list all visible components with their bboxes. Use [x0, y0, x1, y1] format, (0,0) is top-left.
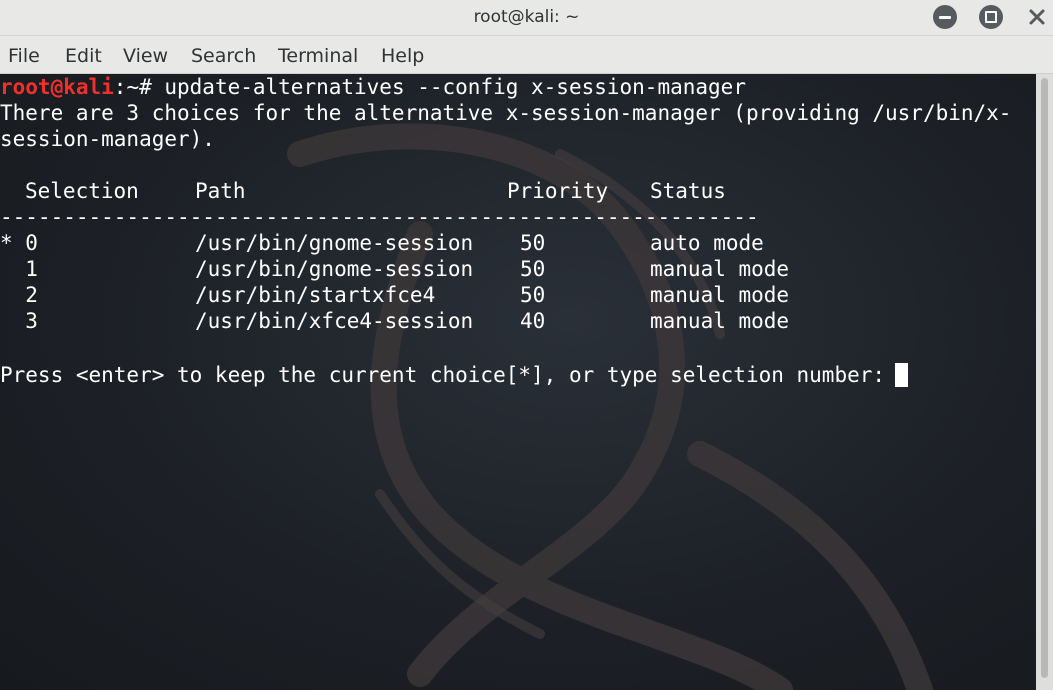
header-selection: Selection — [25, 179, 139, 203]
prompt-path: :~# — [113, 75, 165, 99]
table-header: Selection Path Priority Status — [0, 178, 1000, 204]
info-line-2: session-manager). — [0, 127, 215, 151]
row-status: auto mode — [650, 231, 764, 255]
terminal-window: root@kali: ~ File Edit View Search Termi… — [0, 0, 1053, 690]
minimize-icon[interactable] — [933, 5, 957, 29]
menu-edit[interactable]: Edit — [65, 36, 102, 74]
vertical-scrollbar[interactable] — [1036, 74, 1053, 690]
header-status: Status — [650, 179, 726, 203]
prompt-user-host: root@kali — [0, 75, 114, 99]
maximize-icon[interactable] — [979, 5, 1003, 29]
header-priority: Priority — [507, 179, 609, 203]
row-priority: 50 — [520, 283, 546, 307]
info-line-1: There are 3 choices for the alternative … — [0, 101, 1012, 125]
table-row: 3 /usr/bin/xfce4-session 40 manual mode — [0, 308, 1000, 334]
command-line: root@kali:~# update-alternatives --confi… — [0, 74, 746, 100]
header-path: Path — [195, 179, 246, 203]
input-prompt-text: Press <enter> to keep the current choice… — [0, 363, 886, 387]
row-status: manual mode — [650, 257, 790, 281]
close-icon[interactable] — [1025, 5, 1049, 29]
row-selection: 3 — [0, 309, 38, 333]
row-path: /usr/bin/gnome-session — [195, 257, 474, 281]
menu-search[interactable]: Search — [191, 36, 256, 74]
menu-terminal[interactable]: Terminal — [278, 36, 358, 74]
row-path: /usr/bin/gnome-session — [195, 231, 474, 255]
menu-help[interactable]: Help — [381, 36, 424, 74]
table-row: * 0 /usr/bin/gnome-session 50 auto mode — [0, 230, 1000, 256]
row-priority: 50 — [520, 257, 546, 281]
table-separator: ----------------------------------------… — [0, 205, 759, 229]
row-selection: 2 — [0, 283, 38, 307]
command-text: update-alternatives --config x-session-m… — [164, 75, 746, 99]
menu-file[interactable]: File — [8, 36, 40, 74]
row-status: manual mode — [650, 309, 790, 333]
title-bar[interactable]: root@kali: ~ — [0, 0, 1053, 36]
table-row: 1 /usr/bin/gnome-session 50 manual mode — [0, 256, 1000, 282]
row-selection: * 0 — [0, 231, 38, 255]
table-row: 2 /usr/bin/startxfce4 50 manual mode — [0, 282, 1000, 308]
row-status: manual mode — [650, 283, 790, 307]
scrollbar-thumb[interactable] — [1041, 78, 1048, 678]
terminal-output[interactable]: root@kali:~# update-alternatives --confi… — [0, 74, 1036, 690]
text-cursor — [895, 363, 909, 387]
row-priority: 40 — [520, 309, 546, 333]
row-selection: 1 — [0, 257, 38, 281]
menu-view[interactable]: View — [123, 36, 168, 74]
row-priority: 50 — [520, 231, 546, 255]
input-prompt-line[interactable]: Press <enter> to keep the current choice… — [0, 362, 909, 388]
menu-bar: File Edit View Search Terminal Help — [0, 36, 1053, 74]
row-path: /usr/bin/xfce4-session — [195, 309, 474, 333]
row-path: /usr/bin/startxfce4 — [195, 283, 436, 307]
window-title: root@kali: ~ — [473, 7, 580, 27]
